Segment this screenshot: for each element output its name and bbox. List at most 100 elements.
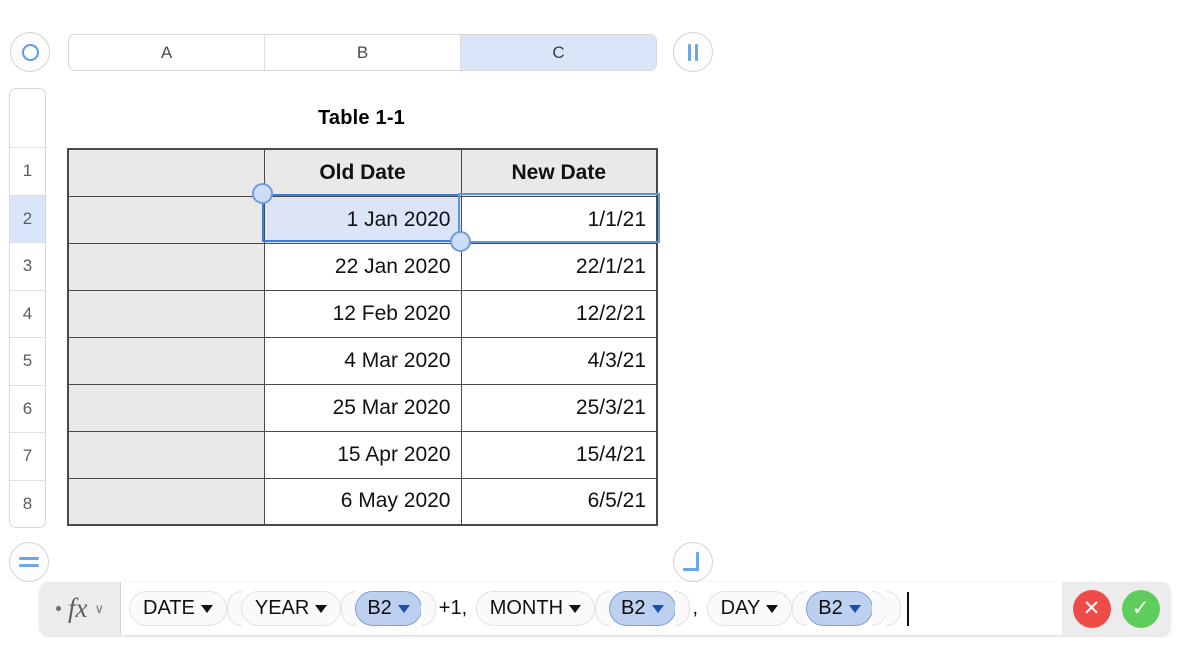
open-paren-day [792,591,808,626]
open-paren-year [341,591,357,626]
formula-bar-actions: ✕ ✓ [1062,582,1170,635]
cell-b2[interactable]: 1 Jan 2020 [263,195,462,244]
table-row: 22 Jan 2020 22/1/21 [67,242,658,291]
formula-token-ref-label: B2 [818,597,843,619]
formula-token-day[interactable]: DAY [706,591,793,626]
table-row: 15 Apr 2020 15/4/21 [67,430,658,479]
close-paren-day [871,591,887,626]
cell-a7[interactable] [67,430,265,479]
selection-handle-top-left[interactable] [252,183,273,204]
cell-c5[interactable]: 4/3/21 [460,336,658,385]
formula-bar[interactable]: fx ∨ DATE YEAR B2 +1, MONTH B2 , DAY B2 … [40,582,1170,635]
column-header-c-label: C [552,42,565,62]
spreadsheet-canvas: A B C 1 2 3 4 5 6 7 8 Table 1-1 Old Date… [0,0,1200,658]
row-header-5[interactable]: 5 [10,338,45,386]
formula-token-ref-b2-day[interactable]: B2 [806,591,873,626]
chevron-down-icon [200,604,213,613]
column-divider-icon-button[interactable] [673,32,713,72]
open-paren-date [226,591,242,626]
cell-a5[interactable] [67,336,265,385]
circle-outline-icon [21,43,39,61]
corner-resize-icon [683,552,703,572]
row-header-2[interactable]: 2 [10,195,45,243]
column-header-b[interactable]: B [265,35,461,70]
cell-b3[interactable]: 22 Jan 2020 [263,242,462,291]
formula-token-date[interactable]: DATE [129,591,227,626]
cell-c4[interactable]: 12/2/21 [460,289,658,338]
formula-token-year-label: YEAR [254,597,310,619]
cell-b4[interactable]: 12 Feb 2020 [263,289,462,338]
text-cursor [906,591,909,626]
cell-c7[interactable]: 15/4/21 [460,430,658,479]
row-header-8-label: 8 [22,494,33,514]
accept-button[interactable]: ✓ [1121,589,1160,628]
formula-token-day-label: DAY [720,597,761,619]
formula-token-ref-b2-month[interactable]: B2 [609,591,676,626]
table-header-new-date[interactable]: New Date [460,148,658,197]
table-row: 12 Feb 2020 12/2/21 [67,289,658,338]
cell-a3[interactable] [67,242,265,291]
chevron-down-icon [766,604,779,613]
cell-c6[interactable]: 25/3/21 [460,383,658,432]
formula-text-comma: , [692,597,704,619]
column-header-a-label: A [160,42,173,62]
cell-a8[interactable] [67,477,265,526]
table-header-a[interactable] [67,148,265,197]
equals-icon-button[interactable] [9,542,49,582]
equals-icon [19,557,39,567]
cell-b5[interactable]: 4 Mar 2020 [263,336,462,385]
check-icon: ✓ [1131,597,1150,620]
cell-c3[interactable]: 22/1/21 [460,242,658,291]
close-paren-date [885,591,901,626]
cell-a6[interactable] [67,383,265,432]
row-header-8[interactable]: 8 [10,480,45,527]
row-header-1-label: 1 [22,161,33,181]
selection-handle-bottom-right[interactable] [450,231,471,252]
row-header-3[interactable]: 3 [10,243,45,291]
row-header-6-label: 6 [22,398,33,418]
cancel-button[interactable]: ✕ [1072,589,1111,628]
chevron-down-icon [397,604,410,613]
data-table[interactable]: Old Date New Date 1 Jan 2020 1/1/21 22 J… [67,148,658,526]
table-header-row: Old Date New Date [67,148,658,197]
formula-token-ref-b2-year[interactable]: B2 [355,591,422,626]
column-header-a[interactable]: A [69,35,265,70]
table-row: 4 Mar 2020 4/3/21 [67,336,658,385]
cell-c8[interactable]: 6/5/21 [460,477,658,526]
table-row: 6 May 2020 6/5/21 [67,477,658,526]
column-header-b-label: B [356,42,369,62]
cell-b6[interactable]: 25 Mar 2020 [263,383,462,432]
formula-token-ref-label: B2 [621,597,646,619]
row-header-bar[interactable]: 1 2 3 4 5 6 7 8 [9,88,46,528]
cell-c2[interactable]: 1/1/21 [460,195,658,244]
function-menu-button[interactable]: fx ∨ [40,582,121,635]
row-header-4[interactable]: 4 [10,290,45,338]
column-header-bar[interactable]: A B C [68,34,657,71]
cell-b8[interactable]: 6 May 2020 [263,477,462,526]
row-header-2-label: 2 [22,208,33,228]
table-row: 1 Jan 2020 1/1/21 [67,195,658,244]
formula-token-month-label: MONTH [489,597,564,619]
close-paren-month [674,591,690,626]
row-header-6[interactable]: 6 [10,385,45,433]
column-header-c[interactable]: C [461,35,656,70]
table-title: Table 1-1 [317,107,405,129]
table-row: 25 Mar 2020 25/3/21 [67,383,658,432]
table-header-old-date[interactable]: Old Date [263,148,462,197]
cell-a2[interactable] [67,195,265,244]
bullet-icon [55,606,61,611]
row-header-1[interactable]: 1 [10,148,45,196]
cell-b7[interactable]: 15 Apr 2020 [263,430,462,479]
row-header-3-label: 3 [22,256,33,276]
formula-input[interactable]: DATE YEAR B2 +1, MONTH B2 , DAY B2 [121,582,1062,635]
row-header-7[interactable]: 7 [10,433,45,481]
chevron-down-icon [651,604,664,613]
formula-token-month[interactable]: MONTH [475,591,596,626]
fx-label: fx [67,593,88,623]
row-header-blank[interactable] [10,89,45,148]
formula-token-year[interactable]: YEAR [240,591,342,626]
column-divider-icon [688,43,698,61]
cell-a4[interactable] [67,289,265,338]
corner-resize-icon-button[interactable] [673,542,713,582]
circle-outline-icon-button[interactable] [10,32,50,72]
